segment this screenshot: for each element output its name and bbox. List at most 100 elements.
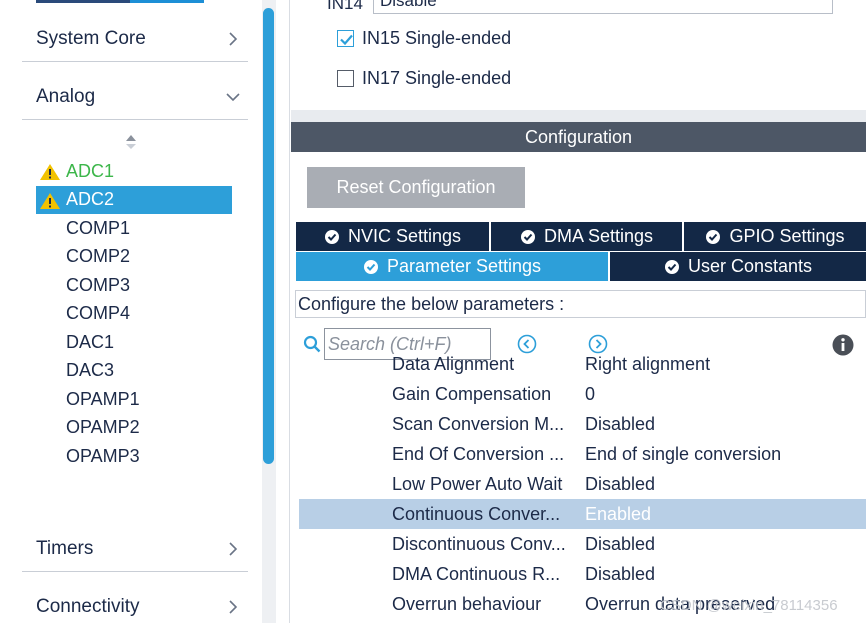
ip-list-item[interactable]: COMP4 [36, 300, 232, 329]
tab-nvic-settings[interactable]: NVIC Settings [296, 222, 491, 251]
warning-icon [40, 192, 60, 209]
tab-strip-segment-active[interactable] [130, 0, 204, 3]
tab-gpio-settings[interactable]: GPIO Settings [684, 222, 866, 251]
tab-label: NVIC Settings [347, 226, 462, 246]
category-label: Analog [36, 85, 96, 107]
ip-list-item-label: COMP3 [66, 274, 131, 295]
parameter-value[interactable]: Enabled [585, 504, 651, 525]
category-panel: System Core Analog ADC1 ADC2 COMP1 COMP2 COM… [0, 0, 290, 623]
parameter-row[interactable]: End Of Conversion ... End of single conve… [299, 439, 866, 469]
mode-select[interactable]: Disable [373, 0, 833, 14]
checkbox-unchecked[interactable] [337, 69, 354, 87]
parameter-row[interactable]: Data Alignment Right alignment [299, 352, 866, 379]
settings-tabs-row-2: Parameter Settings User Constants [296, 252, 866, 283]
ip-list-item-label: OPAMP1 [66, 388, 140, 409]
chevron-down-icon [218, 92, 248, 102]
ip-list-item[interactable]: COMP3 [36, 271, 232, 300]
chevron-right-icon [218, 31, 248, 47]
ip-list-item-label: OPAMP2 [66, 417, 140, 438]
category-timers[interactable]: Timers [22, 526, 248, 572]
ip-list-item[interactable]: COMP2 [36, 243, 232, 272]
scrollbar-thumb[interactable] [263, 8, 274, 464]
mode-select-value: Disable [380, 0, 437, 10]
checkbox-checked[interactable] [337, 29, 354, 47]
section-divider [291, 110, 866, 122]
ip-list-item-label: COMP4 [66, 303, 131, 324]
ip-list-item[interactable]: ADC2 [36, 185, 232, 214]
top-tab-strip [0, 0, 262, 6]
tab-label: Parameter Settings [386, 256, 542, 276]
ip-list-item-label: DAC3 [66, 360, 115, 381]
parameter-name: Data Alignment [392, 353, 515, 374]
next-result-icon[interactable] [588, 334, 608, 354]
ip-list-item[interactable]: DAC1 [36, 328, 232, 357]
warning-icon [40, 164, 60, 180]
ip-list-item-label: COMP1 [66, 217, 131, 238]
checkbox-label: IN15 Single-ended [362, 27, 512, 48]
tab-dma-settings[interactable]: DMA Settings [491, 222, 684, 251]
ip-list-item-label: OPAMP3 [66, 445, 140, 466]
ip-list-item[interactable]: OPAMP3 [36, 442, 232, 471]
parameter-name: Scan Conversion M... [392, 413, 565, 434]
tab-label: DMA Settings [543, 226, 654, 246]
parameter-value[interactable]: Disabled [585, 474, 655, 495]
tab-label: GPIO Settings [729, 226, 845, 246]
parameter-value[interactable]: Disabled [585, 414, 655, 435]
check-circle-icon [363, 259, 378, 274]
parameter-row[interactable]: Low Power Auto Wait Disabled [299, 469, 866, 499]
parameter-name: Low Power Auto Wait [392, 473, 563, 494]
watermark-text: CSDN @weixin_78114356 [660, 597, 838, 614]
parameter-row[interactable]: Scan Conversion M... Disabled [299, 409, 866, 439]
parameter-row[interactable]: Continuous Conver... Enabled [299, 499, 866, 529]
ip-list-item-label: COMP2 [66, 246, 131, 267]
category-analog[interactable]: Analog [22, 74, 248, 120]
checkbox-row-in17[interactable]: IN17 Single-ended [337, 66, 511, 90]
category-label: Timers [36, 537, 94, 559]
check-circle-icon [664, 259, 679, 274]
ip-list-item[interactable]: COMP1 [36, 214, 232, 243]
parameter-name: Continuous Conver... [392, 503, 561, 524]
chevron-right-icon [218, 599, 248, 615]
checkbox-label: IN17 Single-ended [362, 67, 512, 88]
parameter-name: Gain Compensation [392, 383, 552, 404]
parameter-value[interactable]: 0 [585, 384, 595, 405]
ip-list-item-label: DAC1 [66, 331, 115, 352]
parameter-row[interactable]: DMA Continuous R... Disabled [299, 559, 866, 589]
category-label: System Core [36, 27, 146, 49]
parameter-value[interactable]: Disabled [585, 564, 655, 585]
previous-result-icon[interactable] [517, 334, 537, 354]
ip-list-item[interactable]: DAC3 [36, 357, 232, 386]
parameter-name: End Of Conversion ... [392, 443, 565, 464]
ip-config-pane: IN14 Disable IN15 Single-ended IN17 Sing… [291, 0, 866, 623]
parameter-value[interactable]: Disabled [585, 534, 655, 555]
chevron-right-icon [218, 541, 248, 557]
reset-configuration-button[interactable]: Reset Configuration [307, 167, 525, 208]
parameter-name: Overrun behaviour [392, 593, 542, 614]
parameter-table: Data Alignment Right alignment Gain Compen… [299, 352, 866, 623]
configuration-header: Configuration [291, 122, 866, 152]
category-label: Connectivity [36, 595, 140, 617]
analog-ip-list: ADC1 ADC2 COMP1 COMP2 COMP3 COMP4 DAC1 DAC3 OPAM… [36, 157, 232, 471]
ip-list-item[interactable]: ADC1 [36, 157, 232, 186]
category-system-core[interactable]: System Core [22, 16, 248, 62]
tab-label: User Constants [687, 256, 813, 276]
ip-list-item-label: ADC2 [66, 189, 115, 210]
parameter-value[interactable]: Right alignment [585, 354, 710, 375]
parameters-hint: Configure the below parameters : [295, 290, 866, 318]
parameter-row[interactable]: Discontinuous Conv... Disabled [299, 529, 866, 559]
ip-list-item[interactable]: OPAMP2 [36, 414, 232, 443]
tab-strip-segment[interactable] [36, 0, 130, 3]
ip-list-item-label: ADC1 [66, 160, 115, 181]
ip-list-item[interactable]: OPAMP1 [36, 385, 232, 414]
parameter-value[interactable]: End of single conversion [585, 444, 781, 465]
settings-tabs-row-1: NVIC Settings DMA Settings GPIO Settings [296, 222, 866, 251]
checkbox-row-in15[interactable]: IN15 Single-ended [337, 26, 511, 50]
tab-parameter-settings[interactable]: Parameter Settings [296, 252, 610, 281]
category-connectivity[interactable]: Connectivity [22, 584, 248, 623]
parameter-row[interactable]: Gain Compensation 0 [299, 379, 866, 409]
parameter-name: Discontinuous Conv... [392, 533, 566, 554]
tab-user-constants[interactable]: User Constants [610, 252, 866, 281]
mode-field-label: IN14 [327, 0, 363, 13]
sort-icon[interactable] [124, 133, 138, 151]
check-circle-icon [520, 229, 535, 244]
